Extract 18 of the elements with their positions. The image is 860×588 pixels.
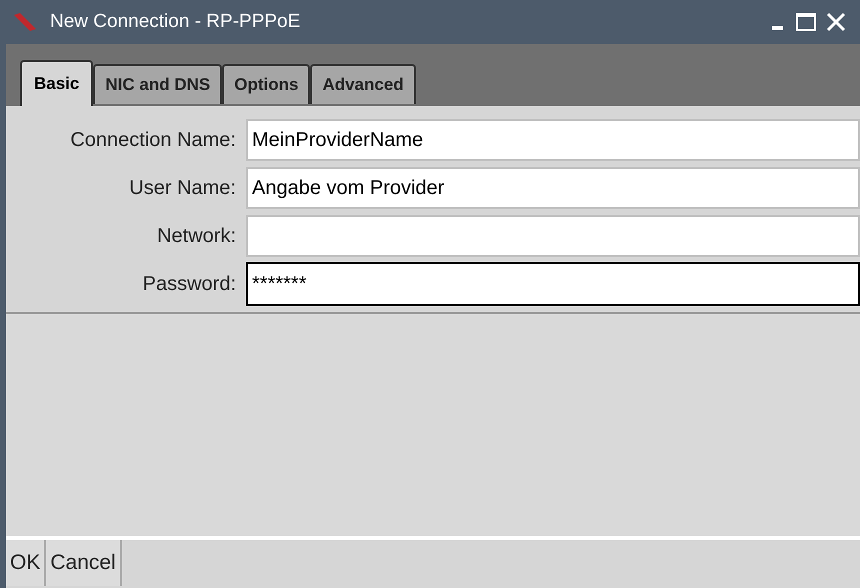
field-label: Network: bbox=[156, 224, 237, 249]
field-label: Password: bbox=[142, 272, 237, 297]
input-field[interactable]: ******* bbox=[246, 262, 860, 306]
close-button[interactable] bbox=[824, 10, 848, 34]
field-label: User Name: bbox=[128, 176, 237, 201]
app-icon bbox=[12, 11, 38, 33]
window-title: New Connection - RP-PPPoE bbox=[50, 10, 302, 34]
input-field[interactable]: Angabe vom Provider bbox=[246, 167, 860, 209]
tab[interactable]: Advanced bbox=[310, 64, 416, 104]
tab[interactable]: Options bbox=[222, 64, 310, 104]
maximize-button[interactable] bbox=[794, 10, 818, 34]
input-field[interactable] bbox=[246, 215, 860, 257]
input-field[interactable]: MeinProviderName bbox=[246, 119, 860, 161]
tab[interactable]: Basic bbox=[20, 60, 94, 106]
field-label: Connection Name: bbox=[69, 128, 237, 153]
dialog-button[interactable]: OK bbox=[6, 540, 46, 586]
tab[interactable]: NIC and DNS bbox=[93, 64, 222, 104]
dialog-button[interactable]: Cancel bbox=[46, 540, 122, 586]
